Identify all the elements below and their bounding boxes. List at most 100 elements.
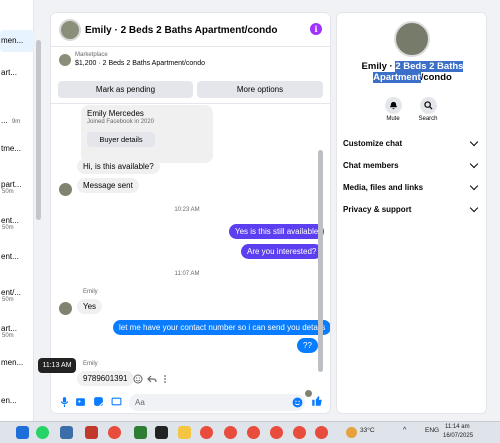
- excel-icon[interactable]: [134, 426, 147, 439]
- avatar[interactable]: [59, 183, 72, 196]
- reply-icon[interactable]: [147, 374, 157, 384]
- clock-time[interactable]: 11:14 am: [445, 424, 470, 430]
- more-options-button[interactable]: More options: [197, 81, 323, 98]
- emoji-react-icon[interactable]: [133, 374, 143, 384]
- timestamp: 11:07 AM: [174, 271, 200, 277]
- chevron-down-icon: [469, 203, 479, 213]
- section-label: Media, files and links: [343, 183, 424, 192]
- list-item[interactable]: en...: [0, 396, 34, 405]
- chrome-icon[interactable]: [270, 426, 283, 439]
- clock-date[interactable]: 16/07/2025: [443, 433, 473, 439]
- temperature[interactable]: 33°C: [360, 427, 375, 434]
- buyer-details-button[interactable]: Buyer details: [87, 132, 155, 147]
- buyer-card: Emily Mercedes Joined Facebook in 2020 B…: [81, 105, 213, 163]
- message-out: let me have your contact number so i can…: [113, 320, 330, 335]
- microphone-icon[interactable]: [59, 396, 70, 407]
- list-item[interactable]: men...: [0, 358, 34, 367]
- message-out: Yes is this still available: [229, 224, 325, 239]
- scrollbar-thumb[interactable]: [36, 40, 41, 220]
- list-item[interactable]: tme...: [0, 144, 34, 153]
- chrome-icon[interactable]: [293, 426, 306, 439]
- bell-icon: [389, 101, 397, 110]
- chrome-icon[interactable]: [247, 426, 260, 439]
- chat-title[interactable]: Emily · 2 Beds 2 Baths Apartment/condo: [85, 25, 277, 36]
- mark-pending-button[interactable]: Mark as pending: [58, 81, 193, 98]
- message-in: Message sent: [77, 178, 139, 193]
- list-item[interactable]: men...: [0, 30, 34, 52]
- app-icon[interactable]: [155, 426, 168, 439]
- list-item[interactable]: art... 50m: [0, 324, 34, 339]
- search-button[interactable]: Search: [413, 97, 443, 122]
- whatsapp-icon[interactable]: [36, 426, 49, 439]
- calculator-icon[interactable]: [60, 426, 73, 439]
- list-item[interactable]: ent...: [0, 252, 34, 261]
- message-in: Hi, is this available?: [77, 159, 160, 174]
- list-item[interactable]: art...: [0, 68, 34, 77]
- title-text: /condo: [420, 72, 452, 83]
- listing-thumbnail[interactable]: [59, 54, 71, 66]
- listing-summary[interactable]: $1,200 · 2 Beds 2 Baths Apartment/condo: [75, 60, 205, 67]
- photo-icon[interactable]: [75, 396, 86, 407]
- gif-icon[interactable]: [111, 396, 122, 407]
- tray-chevron-icon[interactable]: ^: [403, 427, 406, 434]
- title-text: Emily ·: [361, 61, 396, 72]
- more-icon[interactable]: [162, 374, 168, 384]
- chat-window: Emily · 2 Beds 2 Baths Apartment/condo i…: [50, 12, 331, 414]
- section-customize-chat[interactable]: Customize chat: [343, 137, 481, 151]
- section-label: Chat members: [343, 161, 399, 170]
- chevron-down-icon: [469, 137, 479, 147]
- folder-icon[interactable]: [178, 426, 191, 439]
- timestamp-tooltip: 11:13 AM: [38, 358, 76, 373]
- language-indicator[interactable]: ENG: [425, 427, 439, 434]
- section-label: Privacy & support: [343, 205, 412, 214]
- mute-button[interactable]: Mute: [378, 97, 408, 122]
- sticker-icon[interactable]: [93, 396, 104, 407]
- section-media-files[interactable]: Media, files and links: [343, 181, 481, 195]
- avatar[interactable]: [394, 21, 430, 57]
- emoji-icon[interactable]: [292, 397, 303, 408]
- mute-label: Mute: [386, 116, 400, 122]
- message-in: Yes: [77, 299, 103, 314]
- conversation-list: men... art... ... 9m tme... part... 50m e…: [0, 0, 34, 421]
- chat-info-title: Emily · 2 Beds 2 Baths Apartment/condo: [337, 61, 488, 83]
- timestamp: 10:23 AM: [174, 207, 200, 213]
- chrome-icon[interactable]: [224, 426, 237, 439]
- app-icon[interactable]: [85, 426, 98, 439]
- chat-header: Emily · 2 Beds 2 Baths Apartment/condo i: [51, 13, 330, 47]
- chat-scrollbar[interactable]: [318, 150, 323, 372]
- avatar[interactable]: [59, 302, 72, 315]
- section-privacy-support[interactable]: Privacy & support: [343, 203, 481, 217]
- avatar[interactable]: [59, 19, 81, 41]
- info-icon[interactable]: i: [310, 23, 322, 35]
- buyer-joined: Joined Facebook in 2020: [87, 119, 155, 125]
- sender-name: Emily: [83, 361, 98, 367]
- list-item[interactable]: ent/... 50m: [0, 288, 34, 303]
- title-highlight: 2 Beds 2 Baths: [395, 61, 464, 72]
- list-scrollbar[interactable]: [36, 30, 41, 400]
- listing-banner: Marketplace $1,200 · 2 Beds 2 Baths Apar…: [51, 48, 330, 104]
- section-chat-members[interactable]: Chat members: [343, 159, 481, 173]
- chat-info-panel: Emily · 2 Beds 2 Baths Apartment/condo M…: [336, 12, 487, 414]
- chrome-icon[interactable]: [200, 426, 213, 439]
- thumbs-up-icon[interactable]: [311, 395, 323, 407]
- start-icon[interactable]: [16, 426, 29, 439]
- taskbar: 33°C ^ ENG 11:14 am 16/07/2025: [0, 421, 500, 443]
- message-out: ??: [297, 338, 318, 353]
- message-list: Emily Mercedes Joined Facebook in 2020 B…: [51, 105, 330, 397]
- message-in: 9789601391: [77, 371, 134, 386]
- message-out: Are you interested?: [241, 244, 323, 259]
- chrome-icon[interactable]: [315, 426, 328, 439]
- chevron-down-icon: [469, 159, 479, 169]
- search-icon: [423, 101, 433, 110]
- list-item[interactable]: ... 9m: [0, 116, 34, 125]
- section-label: Customize chat: [343, 139, 403, 148]
- marketplace-label: Marketplace: [75, 52, 108, 58]
- message-input[interactable]: Aa: [129, 394, 305, 411]
- composer: Aa: [51, 389, 330, 413]
- list-item[interactable]: part... 50m: [0, 180, 34, 195]
- search-label: Search: [418, 116, 438, 122]
- list-item[interactable]: ent... 50m: [0, 216, 34, 231]
- chrome-icon[interactable]: [108, 426, 121, 439]
- weather-icon[interactable]: [346, 427, 357, 438]
- title-highlight: Apartment: [373, 72, 421, 83]
